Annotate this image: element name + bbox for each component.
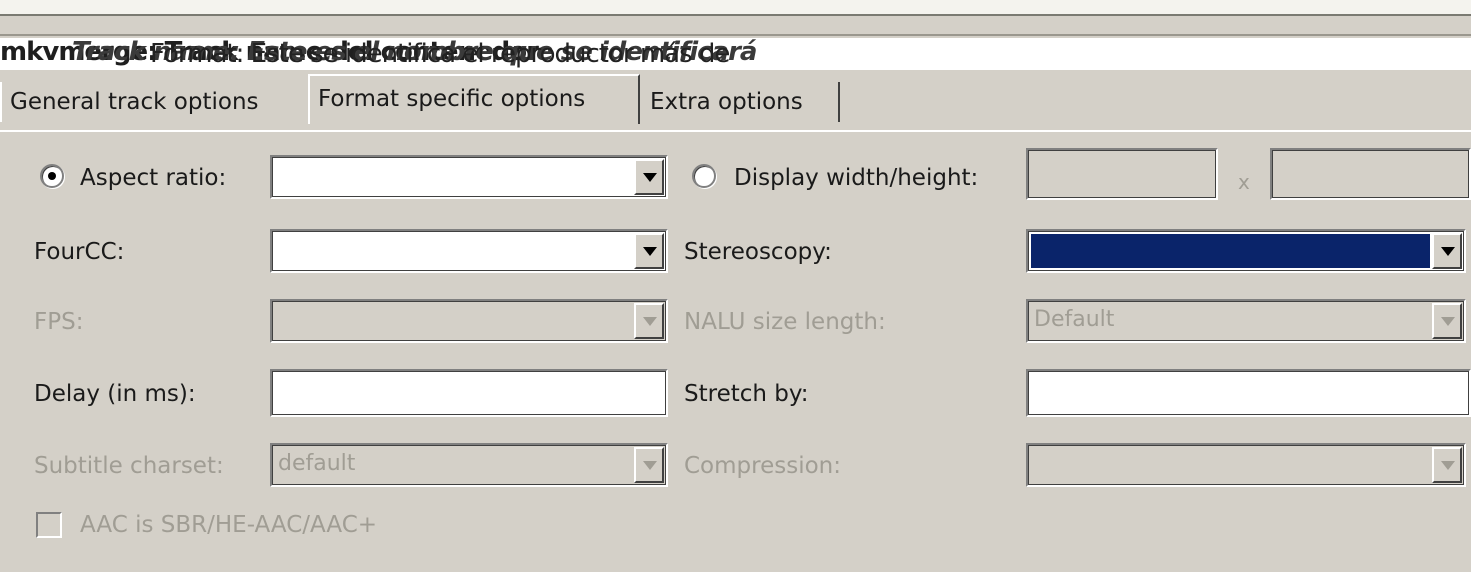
fps-label: FPS:: [34, 309, 84, 335]
display-width-input[interactable]: [1026, 148, 1218, 200]
stretch-by-input[interactable]: [1026, 369, 1471, 417]
fourcc-label: FourCC:: [34, 239, 125, 265]
separator: [0, 34, 1471, 36]
tab-extra-options[interactable]: Extra options: [642, 82, 840, 122]
display-width-height-label: Display width/height:: [734, 165, 979, 191]
display-width-height-radio[interactable]: [692, 164, 716, 188]
dimension-separator: x: [1238, 170, 1250, 194]
tab-panel-border: [0, 130, 1471, 132]
delay-label: Delay (in ms):: [34, 381, 196, 407]
top-input-field[interactable]: [0, 0, 1471, 16]
stretch-by-label: Stretch by:: [684, 381, 809, 407]
tab-format-specific-options[interactable]: Format specific options: [308, 74, 640, 124]
subtitle-charset-value: default: [278, 451, 356, 476]
fps-combo[interactable]: [270, 299, 668, 343]
nalu-size-length-combo[interactable]: Default: [1026, 299, 1466, 343]
compression-label: Compression:: [684, 453, 841, 479]
tab-strip: General track options Format specific op…: [0, 70, 1471, 130]
aspect-ratio-label: Aspect ratio:: [80, 165, 227, 191]
aac-sbr-label: AAC is SBR/HE-AAC/AAC+: [80, 512, 378, 538]
chevron-down-icon[interactable]: [634, 233, 664, 269]
nalu-size-length-label: NALU size length:: [684, 309, 886, 335]
overlay-line-3: Format: Este se identifica el reproducto…: [150, 39, 730, 69]
fourcc-combo[interactable]: [270, 229, 668, 273]
chevron-down-icon[interactable]: [1432, 233, 1462, 269]
chevron-down-icon[interactable]: [634, 447, 664, 483]
tab-general-track-options[interactable]: General track options: [0, 82, 306, 122]
aspect-ratio-radio[interactable]: [40, 164, 64, 188]
chevron-down-icon[interactable]: [1432, 303, 1462, 339]
radio-selected-dot: [48, 172, 56, 180]
delay-input[interactable]: [270, 369, 668, 417]
stereoscopy-combo[interactable]: [1026, 229, 1466, 273]
nalu-size-length-value: Default: [1034, 307, 1115, 332]
chevron-down-icon[interactable]: [634, 159, 664, 195]
chevron-down-icon[interactable]: [1432, 447, 1462, 483]
aac-sbr-checkbox[interactable]: [36, 512, 62, 538]
chevron-down-icon[interactable]: [634, 303, 664, 339]
compression-combo[interactable]: [1026, 443, 1466, 487]
subtitle-charset-combo[interactable]: default: [270, 443, 668, 487]
stereoscopy-selected-highlight: [1031, 234, 1430, 268]
overlapping-caption-text: mkvmerge: Track name del contenedor Trac…: [0, 38, 1471, 70]
stereoscopy-label: Stereoscopy:: [684, 239, 832, 265]
subtitle-charset-label: Subtitle charset:: [34, 453, 224, 479]
display-height-input[interactable]: [1270, 148, 1471, 200]
aspect-ratio-combo[interactable]: [270, 155, 668, 199]
